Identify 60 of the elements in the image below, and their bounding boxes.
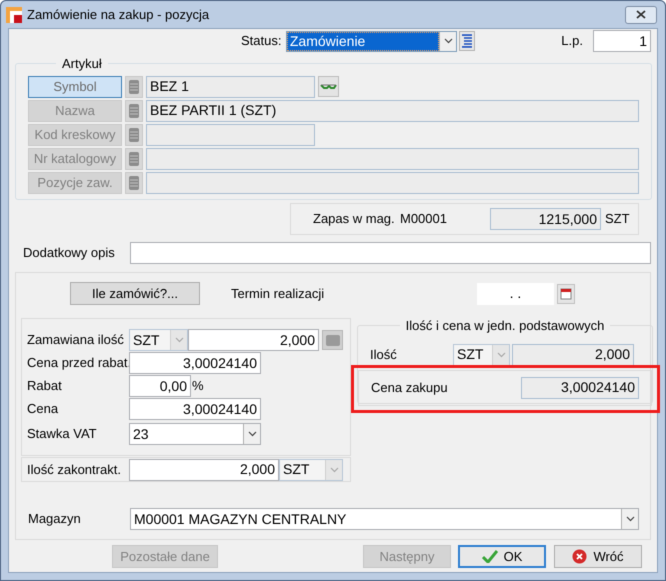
price-field[interactable]: 3,00024140: [129, 398, 261, 420]
field-label: L.p.: [561, 32, 584, 50]
field-label: Stawka VAT: [27, 425, 98, 444]
article-field[interactable]: BEZ PARTII 1 (SZT): [146, 100, 639, 122]
field-label: Termin realizacji: [231, 284, 326, 303]
article-field[interactable]: [146, 148, 639, 170]
app-icon: [6, 6, 22, 22]
status-dropdown[interactable]: Zamówienie: [286, 30, 458, 52]
lookup-icon[interactable]: [125, 172, 143, 194]
cancel-icon: [572, 549, 588, 564]
purchase-price-field[interactable]: 3,00024140: [521, 376, 639, 398]
base-quantity-field[interactable]: 2,000: [512, 344, 634, 366]
dialog-button[interactable]: OK: [458, 545, 546, 568]
window-title: Zamówienie na zakup - pozycja: [27, 6, 210, 24]
list-icon[interactable]: [459, 31, 476, 51]
contracted-quantity-field[interactable]: 2,000: [129, 458, 279, 480]
vat-dropdown[interactable]: 23: [129, 423, 261, 445]
small-square-button[interactable]: [322, 330, 343, 350]
unit-dropdown[interactable]: SZT: [129, 329, 188, 351]
how-many-button[interactable]: Ile zamówić?...: [70, 282, 200, 305]
field-label: Rabat: [27, 377, 63, 396]
discount-field[interactable]: 0,00: [129, 375, 191, 397]
lookup-icon[interactable]: [125, 148, 143, 170]
field-label: Cena przed rabat.: [27, 354, 129, 372]
field-label: Zapas w mag.: [313, 210, 396, 228]
dialog-button[interactable]: Wróć: [554, 545, 642, 568]
date-field[interactable]: . .: [477, 282, 554, 304]
field-label: Status:: [241, 32, 282, 50]
group-title: Artykuł: [61, 55, 103, 73]
field-label: Cena: [27, 400, 60, 418]
field-label-button[interactable]: Symbol: [28, 76, 122, 98]
price-before-discount-field[interactable]: 3,00024140: [129, 352, 261, 374]
article-field[interactable]: BEZ 1: [146, 76, 315, 98]
group-title: Ilość i cena w jedn. podstawowych: [404, 317, 606, 335]
description-field[interactable]: [130, 242, 651, 264]
quantity-field[interactable]: 2,000: [188, 329, 319, 351]
close-icon: [636, 10, 646, 19]
field-label: SZT: [605, 210, 630, 228]
stock-field[interactable]: 1215,000: [490, 208, 601, 230]
field-label: Ilość: [370, 346, 398, 364]
glasses-icon[interactable]: [318, 76, 339, 97]
field-label: M00001: [400, 210, 448, 228]
position-number-field[interactable]: 1: [593, 30, 651, 52]
field-label: Cena zakupu: [371, 378, 449, 397]
unit-dropdown[interactable]: SZT: [453, 344, 510, 366]
lookup-icon[interactable]: [125, 100, 143, 122]
warehouse-dropdown[interactable]: M00001 MAGAZYN CENTRALNY: [130, 508, 639, 530]
lookup-icon[interactable]: [125, 76, 143, 98]
field-label: Magazyn: [28, 510, 82, 528]
article-field[interactable]: [146, 124, 315, 146]
unit-dropdown[interactable]: SZT: [279, 458, 343, 480]
field-label: Dodatkowy opis: [23, 244, 116, 262]
close-button[interactable]: [625, 6, 657, 24]
calendar-icon[interactable]: [557, 284, 575, 304]
check-icon: [482, 550, 498, 563]
field-label: Zamawiana ilość: [27, 331, 125, 350]
lookup-icon[interactable]: [125, 124, 143, 146]
article-field[interactable]: [146, 172, 639, 194]
field-label: Ilość zakontrakt.: [27, 460, 122, 479]
field-label: %: [192, 377, 204, 396]
